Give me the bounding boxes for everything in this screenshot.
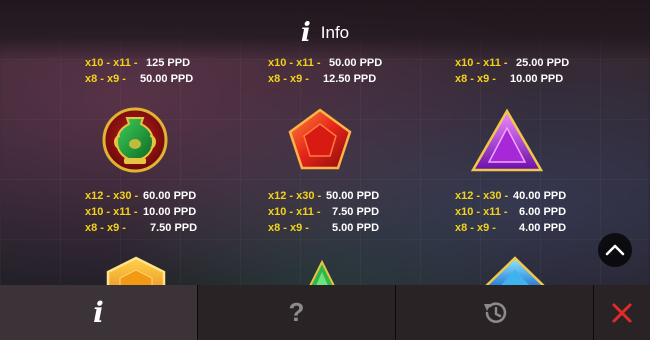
payout-line: x8 - x9 - 10.00 PPD	[455, 73, 563, 85]
payout-value: 40.00 PPD	[513, 190, 567, 202]
payout-range: x10 - x11 -	[268, 206, 321, 218]
payout-range: x8 - x9 -	[455, 222, 496, 234]
payout-value: 50.00 PPD	[326, 190, 380, 202]
payout-range: x8 - x9 -	[268, 73, 309, 85]
payout-value: 4.00 PPD	[519, 222, 567, 234]
payout-line: x8 - x9 - 5.00 PPD	[268, 222, 379, 234]
payout-line: x8 - x9 - 4.00 PPD	[455, 222, 566, 234]
payout-range: x10 - x11 -	[455, 206, 508, 218]
payout-line: x12 - x30 - 60.00 PPD	[85, 190, 196, 202]
payout-value: 12.50 PPD	[323, 73, 377, 85]
close-button[interactable]	[594, 285, 650, 340]
payout-value: 7.50 PPD	[150, 222, 198, 234]
payout-line: x8 - x9 - 7.50 PPD	[85, 222, 197, 234]
payout-range: x8 - x9 -	[85, 73, 126, 85]
page-title: Info	[320, 23, 350, 42]
tab-history[interactable]	[396, 285, 594, 340]
payout-line: x12 - x30 - 40.00 PPD	[455, 190, 566, 202]
blue-gem-icon	[485, 256, 545, 285]
history-icon	[483, 301, 506, 323]
payout-range: x12 - x30 -	[268, 190, 322, 202]
purple-triangle-gem-icon	[470, 108, 544, 172]
payout-range: x10 - x11 -	[85, 206, 138, 218]
close-icon	[612, 303, 632, 322]
payout-value: 5.00 PPD	[332, 222, 380, 234]
info-icon: i	[300, 18, 311, 48]
payout-line: x10 - x11 - 10.00 PPD	[85, 206, 196, 218]
payout-range: x12 - x30 -	[85, 190, 139, 202]
payout-line: x8 - x9 - 12.50 PPD	[268, 73, 376, 85]
payout-line: x12 - x30 - 50.00 PPD	[268, 190, 379, 202]
payout-value: 10.00 PPD	[510, 73, 564, 85]
payout-line: x10 - x11 - 7.50 PPD	[268, 206, 379, 218]
info-header: i Info	[0, 0, 650, 62]
payout-line: x10 - x11 - 6.00 PPD	[455, 206, 566, 218]
payout-range: x8 - x9 -	[268, 222, 309, 234]
green-gem-icon	[309, 260, 335, 285]
payout-value: 7.50 PPD	[332, 206, 380, 218]
tab-info[interactable]: i	[0, 285, 198, 340]
red-pentagon-gem-icon	[288, 108, 352, 170]
orange-hexagon-gem-icon	[106, 256, 166, 285]
vase-symbol-icon	[102, 107, 168, 173]
payout-range: x8 - x9 -	[85, 222, 126, 234]
info-tab-icon: i	[93, 296, 104, 329]
payout-value: 60.00 PPD	[143, 190, 197, 202]
payout-line: x8 - x9 - 50.00 PPD	[85, 73, 193, 85]
tab-help[interactable]: ?	[198, 285, 396, 340]
payout-range: x12 - x30 -	[455, 190, 509, 202]
scroll-up-button[interactable]	[598, 233, 632, 267]
help-tab-icon: ?	[288, 297, 305, 327]
payout-range: x8 - x9 -	[455, 73, 496, 85]
payout-value: 10.00 PPD	[143, 206, 197, 218]
bottom-tab-bar: i ?	[0, 285, 650, 340]
payout-value: 6.00 PPD	[519, 206, 567, 218]
chevron-up-icon	[605, 244, 625, 256]
payout-value: 50.00 PPD	[140, 73, 194, 85]
